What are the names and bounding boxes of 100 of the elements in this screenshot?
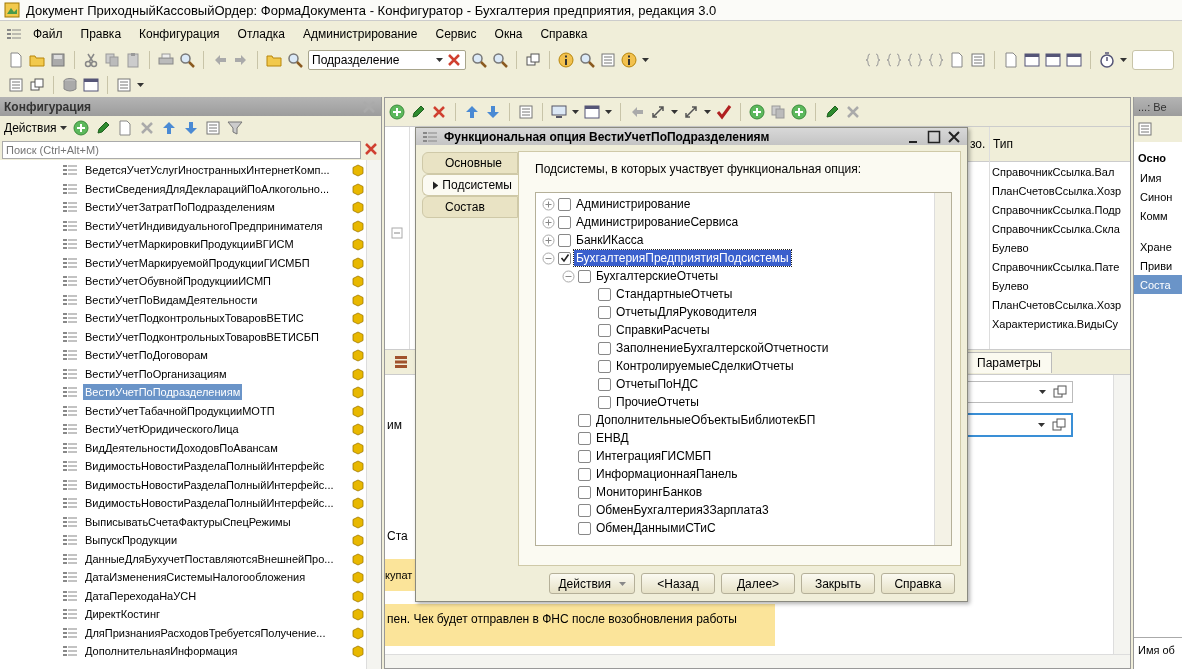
caret-icon[interactable] [671, 110, 678, 114]
checkbox[interactable] [558, 251, 571, 265]
caret-icon[interactable] [137, 82, 144, 87]
tree-item[interactable]: ДанныеДляБухучетПоставляютсяВнешнейПро... [83, 550, 336, 567]
caret-icon[interactable] [59, 126, 67, 130]
tree-item[interactable]: ВедетсяУчетУслугИностранныхИнтернетКомп... [83, 162, 332, 179]
checkbox[interactable] [578, 467, 591, 481]
tree-item[interactable]: ВыпускПродукции [83, 532, 180, 549]
checkbox[interactable] [578, 431, 591, 445]
caret-icon[interactable] [436, 57, 443, 62]
expand-icon[interactable] [542, 215, 555, 229]
window-icon[interactable] [83, 76, 99, 93]
scrollbar[interactable] [385, 654, 1130, 668]
menu-item[interactable]: Правка [73, 25, 129, 43]
menu-item[interactable]: Администрирование [296, 25, 425, 43]
tree-item[interactable]: ДляПризнанияРасходовТребуетсяПолучение... [83, 624, 328, 641]
tree-item[interactable]: ПрочиеОтчеты [614, 394, 701, 411]
checkbox[interactable] [598, 287, 611, 301]
resize-icon[interactable] [683, 104, 699, 120]
search-combo[interactable]: Подразделение [308, 49, 466, 70]
tree-item[interactable]: ВестиУчетПодконтрольныхТоваровВЕТИС [83, 310, 306, 327]
info-icon[interactable] [558, 51, 574, 68]
tree-item[interactable]: ЗаполнениеБухгалтерскойОтчетности [614, 340, 831, 357]
search-icon[interactable] [471, 51, 487, 68]
property-item[interactable]: Комм [1134, 206, 1182, 225]
caret-icon[interactable] [704, 110, 711, 114]
pencil-icon[interactable] [824, 104, 840, 120]
menu-item[interactable]: Отладка [230, 25, 293, 43]
checkbox[interactable] [558, 215, 571, 229]
add-icon[interactable] [791, 104, 807, 120]
tab[interactable]: Основные [422, 152, 518, 175]
add-icon[interactable] [749, 104, 765, 120]
checkbox[interactable] [598, 377, 611, 391]
dialog-button[interactable]: <Назад [641, 573, 715, 595]
tree-item[interactable]: ДатаПереходаНаУСН [83, 587, 199, 604]
tree-item[interactable]: АдминистрированиеСервиса [574, 214, 741, 231]
resize-icon[interactable] [650, 104, 666, 120]
caret-icon[interactable] [605, 110, 612, 114]
page-icon[interactable] [949, 51, 965, 68]
checkbox[interactable] [578, 521, 591, 535]
tree-item[interactable]: ДополнительнаяИнформация [83, 643, 240, 660]
tree-item[interactable]: ВестиУчетМаркировкиПродукцииВГИСМ [83, 236, 296, 253]
expand-icon[interactable] [542, 197, 555, 211]
lines-icon[interactable] [6, 26, 22, 42]
tree-item[interactable]: ДополнительныеОбъектыБиблиотекБП [594, 412, 818, 429]
checkbox[interactable] [598, 359, 611, 373]
tree-item[interactable]: ОтчетыДляРуководителя [614, 304, 759, 321]
tree-item[interactable]: ИнтеграцияГИСМБП [594, 448, 714, 465]
menu-item[interactable]: Окна [487, 25, 530, 43]
property-item[interactable]: Приви [1134, 256, 1182, 275]
filter-icon[interactable] [226, 120, 243, 136]
caret-icon[interactable] [1038, 422, 1045, 427]
property-item[interactable]: Синон [1134, 187, 1182, 206]
copy-window-icon[interactable] [1052, 383, 1068, 400]
window-icon[interactable] [1066, 51, 1082, 68]
tree-item[interactable]: ВестиУчетПодконтрольныхТоваровВЕТИСБП [83, 328, 321, 345]
tree-item[interactable]: ВестиУчетМаркируемойПродукцииГИСМБП [83, 254, 312, 271]
actions-button[interactable]: Действия [549, 573, 635, 595]
check-icon[interactable] [716, 104, 732, 120]
menu-item[interactable]: Сервис [428, 25, 484, 43]
copy-window-icon[interactable] [1051, 416, 1067, 433]
checkbox[interactable] [558, 233, 571, 247]
copy-window-icon[interactable] [29, 76, 45, 93]
close-icon[interactable] [446, 51, 462, 68]
braces-icon[interactable] [907, 51, 923, 68]
caret-icon[interactable] [1120, 57, 1127, 62]
pencil-icon[interactable] [94, 120, 111, 136]
tree-item[interactable]: ВыписыватьСчетаФактурыСпецРежимы [83, 513, 293, 530]
tree-item[interactable]: ВидимостьНовостиРазделаПолныйИнтерфейс... [83, 495, 336, 512]
copy-window-icon[interactable] [525, 51, 541, 68]
tree-item[interactable]: ВестиУчетПоОрганизациям [83, 365, 229, 382]
scrollbar[interactable] [1113, 375, 1130, 654]
page-icon[interactable] [116, 120, 133, 136]
tree-item[interactable]: СтандартныеОтчеты [614, 286, 735, 303]
tree-item[interactable]: ДиректКостинг [83, 606, 163, 623]
tree-item[interactable]: СправкиРасчеты [614, 322, 712, 339]
tree-item[interactable]: ВидДеятельностиДоходовПоАвансам [83, 439, 280, 456]
scissors-icon[interactable] [83, 51, 99, 68]
search-icon[interactable] [179, 51, 195, 68]
copy-icon[interactable] [770, 104, 786, 120]
search-icon[interactable] [492, 51, 508, 68]
tree-item[interactable]: ОтчетыПоНДС [614, 376, 701, 393]
tree-item[interactable]: КонтролируемыеСделкиОтчеты [614, 358, 796, 375]
tree-item[interactable]: ОбменБухгалтерия3Зарплата3 [594, 502, 771, 519]
tab[interactable]: Подсистемы [422, 174, 518, 197]
checkbox[interactable] [578, 269, 591, 283]
list-icon[interactable] [204, 120, 221, 136]
search-icon[interactable] [287, 51, 303, 68]
checkbox[interactable] [578, 449, 591, 463]
checkbox[interactable] [578, 503, 591, 517]
checkbox[interactable] [598, 323, 611, 337]
caret-icon[interactable] [1039, 389, 1046, 394]
tree-item[interactable]: ВестиУчетЗатратПоПодразделениям [83, 199, 277, 216]
clipboard-icon[interactable] [125, 51, 141, 68]
list-icon[interactable] [600, 51, 616, 68]
caret-icon[interactable] [642, 57, 649, 62]
dialog-button[interactable]: Справка [881, 573, 955, 595]
actions-menu[interactable]: Действия [4, 121, 67, 135]
stopwatch-icon[interactable] [1099, 51, 1115, 68]
list-icon[interactable] [1137, 121, 1153, 137]
